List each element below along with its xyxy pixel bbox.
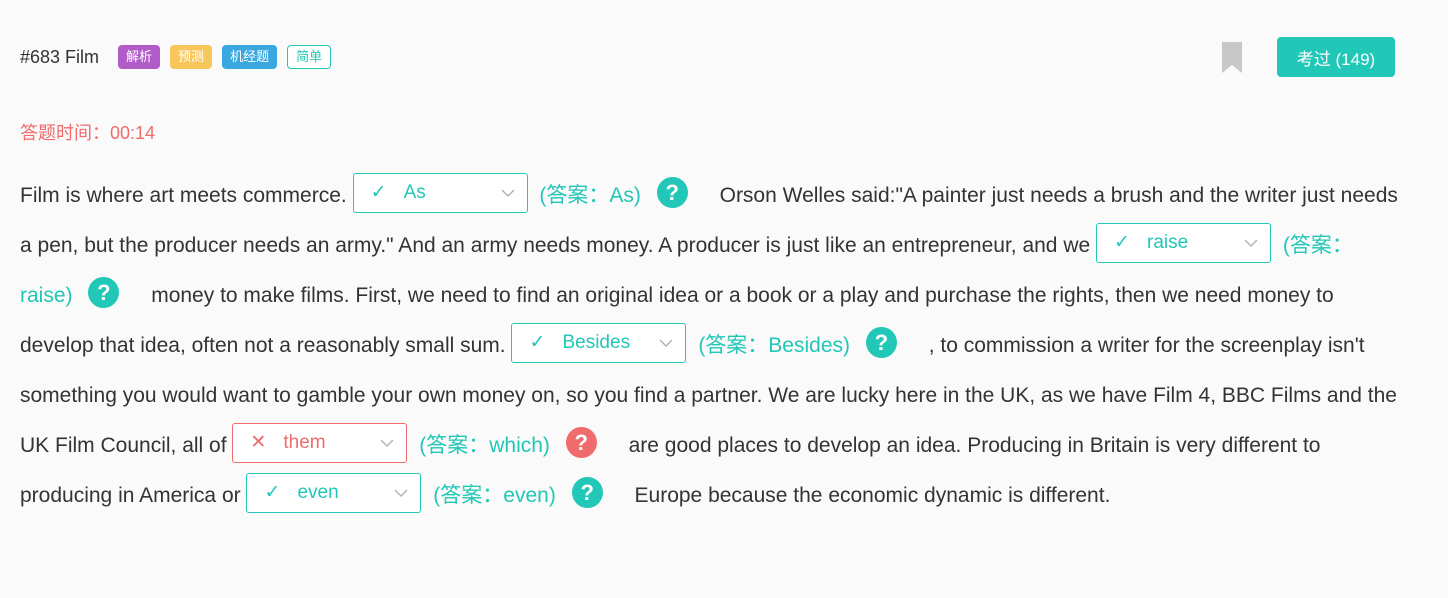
answer-timer: 答题时间：00:14 (20, 123, 156, 143)
blank-value: even (297, 482, 339, 504)
blank-select-2[interactable]: ✓ raise (1096, 223, 1271, 264)
help-icon[interactable]: ? (656, 176, 688, 208)
passed-count-button[interactable]: 考过 (149) (1277, 37, 1395, 77)
correct-answer: (答案：even) (433, 484, 556, 507)
chevron-down-icon (501, 189, 515, 198)
blank-select-5[interactable]: ✓ even (246, 473, 422, 514)
question-header: #683 Film 解析 预测 机经题 简单 (20, 40, 341, 74)
chevron-down-icon (394, 489, 408, 498)
question-title: #683 Film (20, 46, 100, 67)
tag-analysis[interactable]: 解析 (118, 45, 161, 69)
check-icon: ✓ (529, 332, 546, 354)
tag-prediction[interactable]: 预测 (170, 45, 213, 69)
blank-select-3[interactable]: ✓ Besides (511, 323, 687, 364)
help-icon[interactable]: ? (865, 326, 897, 358)
cross-icon: ✕ (250, 432, 267, 454)
blank-value: As (403, 182, 426, 204)
blank-select-1[interactable]: ✓ As (352, 173, 528, 214)
check-icon: ✓ (370, 182, 387, 204)
passage-text: Film is where art meets commerce. (20, 184, 353, 207)
chevron-down-icon (380, 439, 394, 448)
correct-answer: (答案：As) (539, 184, 641, 207)
blank-value: Besides (562, 332, 631, 354)
check-icon: ✓ (264, 482, 281, 504)
blank-select-4[interactable]: ✕ them (232, 423, 408, 464)
bookmark-icon[interactable] (1222, 42, 1242, 73)
tag-exam-question[interactable]: 机经题 (222, 45, 278, 69)
help-icon[interactable]: ? (88, 276, 120, 308)
correct-answer: (答案：Besides) (698, 334, 851, 357)
help-icon[interactable]: ? (571, 476, 603, 508)
check-icon: ✓ (1114, 232, 1130, 254)
tag-difficulty[interactable]: 简单 (287, 45, 332, 69)
blank-value: them (283, 432, 326, 454)
correct-answer: (答案：which) (419, 434, 550, 457)
blank-value: raise (1147, 232, 1189, 254)
help-icon[interactable]: ? (565, 426, 597, 458)
chevron-down-icon (1244, 239, 1258, 248)
passage-text: Europe because the economic dynamic is d… (634, 484, 1111, 507)
passage: Film is where art meets commerce. ✓ As (… (20, 171, 1405, 521)
chevron-down-icon (659, 339, 673, 348)
